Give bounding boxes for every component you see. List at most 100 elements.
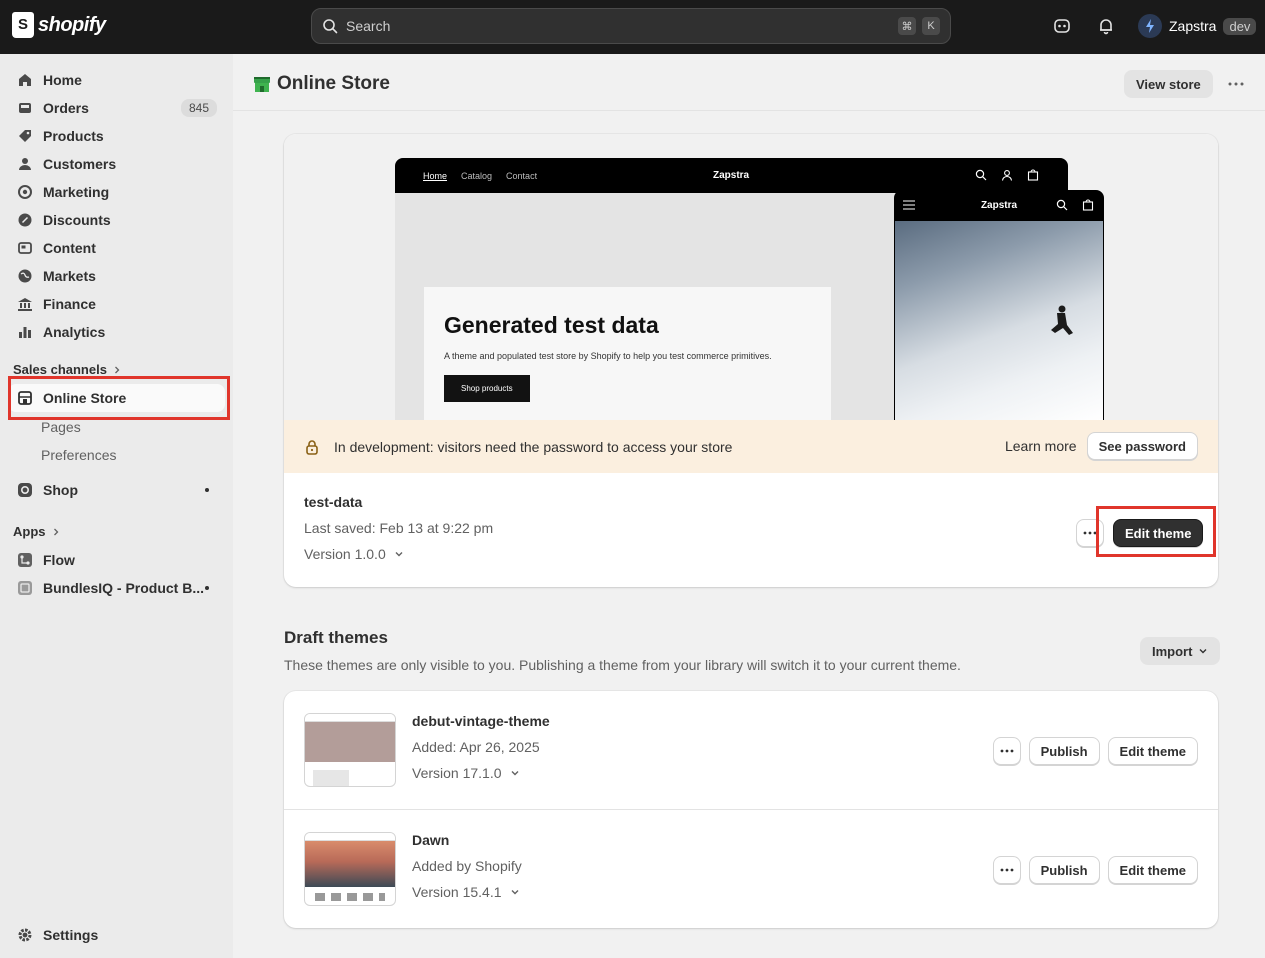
sidebar-item-shop[interactable]: Shop — [8, 476, 225, 504]
debut-thumbnail[interactable] — [304, 713, 396, 787]
shopify-bag-icon — [12, 12, 34, 38]
sidebar-item-label: Settings — [43, 927, 99, 943]
current-theme-info: test-data Last saved: Feb 13 at 9:22 pm … — [304, 494, 493, 562]
more-actions-button[interactable] — [1222, 70, 1250, 98]
shortcut-cmd-key: ⌘ — [898, 17, 916, 35]
draft-themes-card: debut-vintage-theme Added: Apr 26, 2025 … — [284, 691, 1218, 928]
sidebar-item-products[interactable]: Products — [8, 122, 225, 150]
theme-added: Added: Apr 26, 2025 — [412, 739, 540, 755]
sidebar-item-label: Discounts — [43, 212, 111, 228]
cart-icon — [1082, 199, 1094, 211]
search-icon — [975, 169, 987, 181]
cart-icon — [1027, 169, 1039, 181]
sidebar-item-analytics[interactable]: Analytics — [8, 318, 225, 346]
mobile-preview: Zapstra — [894, 190, 1104, 420]
sales-channels-header[interactable]: Sales channels — [13, 362, 121, 377]
desktop-brand: Zapstra — [713, 170, 750, 181]
sidebar-item-content[interactable]: Content — [8, 234, 225, 262]
mobile-brand: Zapstra — [980, 200, 1018, 211]
discount-icon — [16, 211, 34, 229]
user-menu[interactable]: Zapstra dev — [1138, 14, 1257, 38]
theme-more-button[interactable] — [992, 737, 1021, 765]
shopify-logo[interactable]: shopify — [12, 12, 106, 38]
sidebar-item-label: Flow — [43, 552, 75, 568]
status-dot — [205, 586, 209, 590]
dev-badge: dev — [1223, 17, 1257, 35]
sidebar-item-label: Shop — [43, 482, 78, 498]
chevron-down-icon — [1199, 649, 1207, 654]
draft-theme-row: Dawn Added by Shopify Version 15.4.1 Pub… — [284, 809, 1218, 927]
see-password-button[interactable]: See password — [1086, 432, 1198, 460]
brand-name: shopify — [38, 13, 106, 36]
draft-themes-title: Draft themes — [284, 628, 388, 647]
theme-version-dropdown[interactable]: Version 1.0.0 — [304, 546, 493, 562]
sidebar-item-flow[interactable]: Flow — [8, 546, 225, 574]
tag-icon — [16, 127, 34, 145]
search-icon — [1056, 199, 1068, 211]
sidebar-item-label: Customers — [43, 156, 117, 172]
search-bar[interactable]: ⌘ K — [311, 8, 951, 44]
draft-theme-actions: Publish Edit theme — [992, 856, 1198, 884]
draft-theme-info: Dawn Added by Shopify Version 15.4.1 — [412, 832, 522, 900]
edit-theme-button[interactable]: Edit theme — [1107, 737, 1198, 765]
hamburger-icon — [903, 200, 915, 210]
sidebar-item-markets[interactable]: Markets — [8, 262, 225, 290]
banner-text: In development: visitors need the passwo… — [334, 438, 733, 455]
sidebar-item-label: Finance — [43, 296, 96, 312]
orders-count-badge: 845 — [180, 99, 217, 117]
bell-icon[interactable] — [1095, 15, 1117, 37]
sidebar-subitem-pages[interactable]: Pages — [41, 419, 81, 435]
apps-header[interactable]: Apps — [13, 524, 60, 539]
theme-version-dropdown[interactable]: Version 15.4.1 — [412, 884, 522, 900]
sidebar-item-discounts[interactable]: Discounts — [8, 206, 225, 234]
apps-label: Apps — [13, 524, 46, 539]
theme-saved-time: Last saved: Feb 13 at 9:22 pm — [304, 520, 494, 536]
desktop-nav-contact: Contact — [506, 170, 538, 181]
theme-name: Dawn — [412, 832, 450, 848]
sidebar-item-label: Products — [43, 128, 104, 144]
top-bar: shopify ⌘ K Zapstra dev — [0, 0, 1265, 54]
dawn-thumbnail[interactable] — [304, 832, 396, 906]
sidebar-item-label: Markets — [43, 268, 96, 284]
sidebar-subitem-preferences[interactable]: Preferences — [41, 447, 116, 463]
draft-theme-info: debut-vintage-theme Added: Apr 26, 2025 … — [412, 713, 550, 781]
target-icon — [16, 183, 34, 201]
search-input[interactable] — [346, 18, 892, 34]
theme-preview[interactable]: Home Catalog Contact Zapstra Generated t… — [284, 134, 1218, 420]
shortcut-k-key: K — [922, 17, 940, 35]
publish-button[interactable]: Publish — [1028, 856, 1100, 884]
sidebar-item-label: Marketing — [43, 184, 110, 200]
page-title-text: Online Store — [277, 73, 390, 94]
theme-version: Version 15.4.1 — [412, 884, 502, 900]
sidebar: Home Orders 845 Products Customers Marke… — [0, 54, 233, 958]
theme-version-dropdown[interactable]: Version 17.1.0 — [412, 765, 550, 781]
edit-theme-button[interactable]: Edit theme — [1107, 856, 1198, 884]
sidebar-item-finance[interactable]: Finance — [8, 290, 225, 318]
snowboarder-image — [895, 221, 1103, 420]
chevron-down-icon — [395, 552, 403, 557]
draft-theme-actions: Publish Edit theme — [992, 737, 1198, 765]
learn-more-link[interactable]: Learn more — [1005, 438, 1077, 454]
sidebar-item-bundlesiq[interactable]: BundlesIQ - Product B... — [8, 574, 225, 602]
sidekick-icon[interactable] — [1051, 15, 1073, 37]
development-banner: In development: visitors need the passwo… — [284, 420, 1218, 473]
desktop-nav-bar: Home Catalog Contact Zapstra — [395, 158, 1068, 193]
sidebar-item-orders[interactable]: Orders 845 — [8, 94, 225, 122]
theme-version: Version 1.0.0 — [304, 546, 386, 562]
sidebar-item-settings[interactable]: Settings — [8, 921, 225, 949]
hero-subtitle: A theme and populated test store by Shop… — [444, 351, 772, 361]
sidebar-item-customers[interactable]: Customers — [8, 150, 225, 178]
chevron-right-icon — [53, 528, 58, 535]
publish-button[interactable]: Publish — [1028, 737, 1100, 765]
gear-icon — [16, 926, 34, 944]
view-store-button[interactable]: View store — [1124, 70, 1213, 98]
sidebar-item-marketing[interactable]: Marketing — [8, 178, 225, 206]
theme-version: Version 17.1.0 — [412, 765, 502, 781]
online-store-highlight — [8, 376, 230, 420]
theme-added: Added by Shopify — [412, 858, 522, 874]
sidebar-item-home[interactable]: Home — [8, 66, 225, 94]
theme-name: debut-vintage-theme — [412, 713, 550, 729]
import-button[interactable]: Import — [1140, 637, 1221, 665]
bundlesiq-icon — [16, 579, 34, 597]
theme-more-button[interactable] — [992, 856, 1021, 884]
